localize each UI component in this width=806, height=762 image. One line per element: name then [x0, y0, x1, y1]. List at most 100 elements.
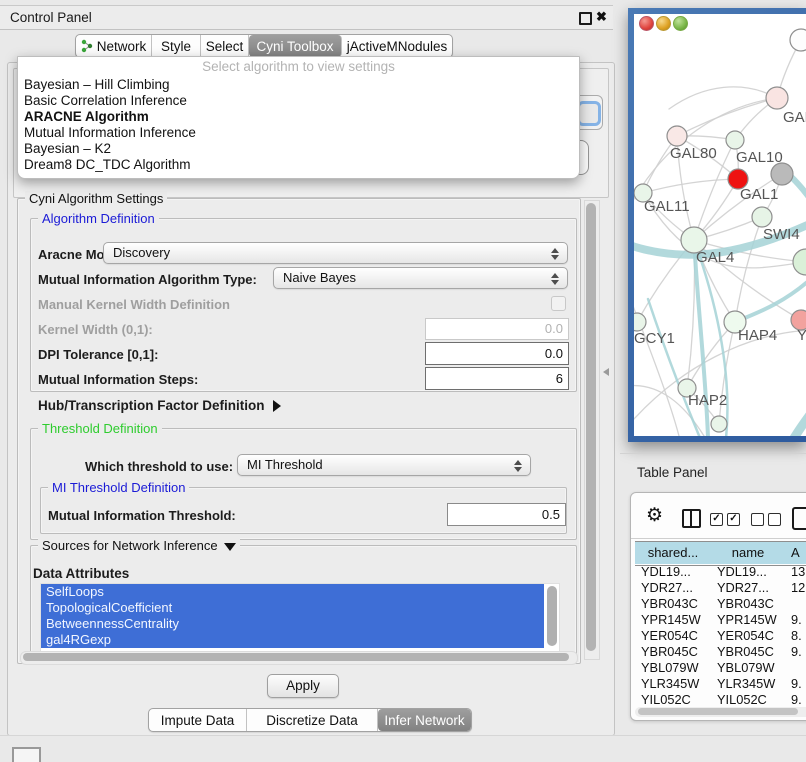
- mini-window-fragment[interactable]: [12, 747, 41, 762]
- table-row[interactable]: YPR145WYPR145W9.: [635, 612, 806, 628]
- table-settings-gear-icon[interactable]: ⚙: [646, 506, 663, 525]
- tab-cyni-toolbox[interactable]: Cyni Toolbox: [249, 35, 342, 57]
- network-node-n-bottom[interactable]: [711, 416, 727, 432]
- apply-button[interactable]: Apply: [267, 674, 339, 698]
- settings-hscrollbar[interactable]: [20, 651, 578, 665]
- table-cell: YPR145W: [717, 612, 777, 628]
- traffic-light-zoom[interactable]: [673, 16, 688, 31]
- network-node-GAL1[interactable]: [752, 207, 772, 227]
- table-row[interactable]: YDR27...YDR27...12: [635, 580, 806, 596]
- attribute-item-topologicalcoefficient[interactable]: TopologicalCoefficient: [41, 600, 544, 616]
- tab-style[interactable]: Style: [152, 35, 201, 57]
- toolbar-divider: [631, 538, 806, 539]
- tab-select[interactable]: Select: [201, 35, 249, 57]
- table-cell: YLR345W: [641, 676, 699, 692]
- table-cell: 13: [791, 564, 805, 580]
- apply-button-label: Apply: [286, 678, 320, 693]
- close-icon[interactable]: ✖: [596, 9, 607, 25]
- table-cell: 9.: [791, 612, 802, 628]
- table-cell: YDR27...: [641, 580, 693, 596]
- table-cell: 9.: [791, 644, 802, 660]
- table-row[interactable]: YIL052CYIL052C9.: [635, 692, 806, 708]
- tab-infer-network[interactable]: Infer Network: [378, 709, 471, 731]
- expand-right-icon: [273, 400, 281, 412]
- tab-discretize-data[interactable]: Discretize Data: [247, 709, 378, 731]
- sources-group-title[interactable]: Sources for Network Inference: [38, 538, 240, 553]
- node-label-HAP2: HAP2: [688, 392, 727, 409]
- attribute-item-gal4rgexp[interactable]: gal4RGexp: [41, 632, 544, 648]
- tab-network[interactable]: Network: [76, 35, 152, 57]
- table-cell: YIL052C: [641, 692, 691, 708]
- status-area-divider: [0, 735, 806, 736]
- select-all-checkbox-icon[interactable]: ✓: [710, 513, 723, 526]
- aracne-mode-select[interactable]: Discovery: [103, 242, 568, 264]
- tab-impute-data[interactable]: Impute Data: [149, 709, 247, 731]
- network-node-GAL80[interactable]: [667, 126, 687, 146]
- traffic-light-close[interactable]: [639, 16, 654, 31]
- split-columns-icon[interactable]: [682, 509, 701, 528]
- column-header-2[interactable]: name: [711, 542, 786, 564]
- node-label-GAL1: GAL1: [740, 186, 778, 203]
- dpi-tolerance-field[interactable]: 0.0: [425, 342, 569, 365]
- tab-label: Select: [206, 39, 244, 54]
- function-builder-icon[interactable]: [792, 507, 806, 530]
- attribute-item-selfloops[interactable]: SelfLoops: [41, 584, 544, 600]
- mi-type-select[interactable]: Naive Bayes: [273, 267, 568, 289]
- table-row[interactable]: YLR345W YLR345W 9.: [635, 676, 806, 692]
- table-hscroll-thumb[interactable]: [638, 708, 798, 715]
- dropdown-item-aracne-algorithm[interactable]: ARACNE Algorithm: [18, 109, 579, 125]
- focus-ring: [577, 101, 601, 126]
- splitter-collapse-icon[interactable]: [603, 368, 609, 376]
- table-row[interactable]: YBR043CYBR043C: [635, 596, 806, 612]
- vscroll-thumb[interactable]: [586, 203, 596, 651]
- tab-label: Infer Network: [384, 713, 464, 728]
- stepper-arrows-icon: [514, 459, 522, 473]
- mi-threshold-field[interactable]: 0.5: [447, 503, 566, 526]
- network-node-GAL10[interactable]: [726, 131, 744, 149]
- hscroll-thumb[interactable]: [23, 653, 569, 661]
- tab-jactivemnodules[interactable]: jActiveMNodules: [342, 35, 452, 57]
- table-row[interactable]: YDL19...YDL19...13: [635, 564, 806, 580]
- network-canvas[interactable]: GALGAL80GAL10GAL1GAL11SWI4GAL4GCY1HAP4YH…: [634, 14, 806, 436]
- dropdown-item-dream8-dc-tdc-algorithm[interactable]: Dream8 DC_TDC Algorithm: [18, 157, 579, 173]
- dropdown-item-mutual-information-inference[interactable]: Mutual Information Inference: [18, 125, 579, 141]
- network-node-n-top[interactable]: [790, 29, 806, 51]
- kernel-width-field[interactable]: 0.0: [425, 318, 569, 340]
- algorithm-dropdown: Select algorithm to view settings Bayesi…: [17, 56, 580, 179]
- network-node-gray-node[interactable]: [771, 163, 793, 185]
- manual-kernel-checkbox[interactable]: [551, 296, 566, 311]
- table-row[interactable]: YER054CYER054C8.: [635, 628, 806, 644]
- dropdown-item-basic-correlation-inference[interactable]: Basic Correlation Inference: [18, 93, 579, 109]
- float-window-icon[interactable]: [579, 12, 592, 25]
- dropdown-item-bayesian-k2[interactable]: Bayesian – K2: [18, 141, 579, 157]
- column-header-3[interactable]: A: [785, 542, 806, 564]
- table-row[interactable]: YBR045CYBR045C9.: [635, 644, 806, 660]
- hub-definition-toggle[interactable]: Hub/Transcription Factor Definition: [38, 398, 281, 413]
- network-node-GAL-cut[interactable]: [766, 87, 788, 109]
- column-header-1[interactable]: shared...: [635, 542, 712, 564]
- table-cell: YDR27...: [717, 580, 769, 596]
- network-node-GCY1[interactable]: [634, 313, 646, 331]
- attribute-item-betweennesscentrality[interactable]: BetweennessCentrality: [41, 616, 544, 632]
- network-window[interactable]: GALGAL80GAL10GAL1GAL11SWI4GAL4GCY1HAP4YH…: [628, 8, 806, 442]
- network-edge: [643, 179, 738, 193]
- which-threshold-select[interactable]: MI Threshold: [237, 454, 531, 476]
- data-attributes-label: Data Attributes: [33, 566, 129, 581]
- node-label-HAP4: HAP4: [738, 327, 777, 344]
- list-vscroll-thumb[interactable]: [547, 586, 557, 646]
- table-cell: YLR345W: [717, 676, 775, 692]
- table-row[interactable]: YBL079WYBL079W: [635, 660, 806, 676]
- mi-threshold-group-title: MI Threshold Definition: [48, 480, 189, 495]
- settings-vscrollbar[interactable]: [584, 200, 600, 660]
- network-node-SWI4[interactable]: [793, 249, 806, 275]
- tab-label: Impute Data: [161, 713, 235, 728]
- manual-kernel-label: Manual Kernel Width Definition: [38, 297, 230, 312]
- mi-steps-field[interactable]: 6: [425, 367, 569, 390]
- table-cell: 9.: [791, 676, 802, 692]
- traffic-light-minimize[interactable]: [656, 16, 671, 31]
- deselect-checkbox2-icon[interactable]: [768, 513, 781, 526]
- table-hscrollbar[interactable]: [635, 707, 806, 717]
- dropdown-item-bayesian-hill-climbing[interactable]: Bayesian – Hill Climbing: [18, 77, 579, 93]
- deselect-checkbox-icon[interactable]: [751, 513, 764, 526]
- select-all-checkbox2-icon[interactable]: ✓: [727, 513, 740, 526]
